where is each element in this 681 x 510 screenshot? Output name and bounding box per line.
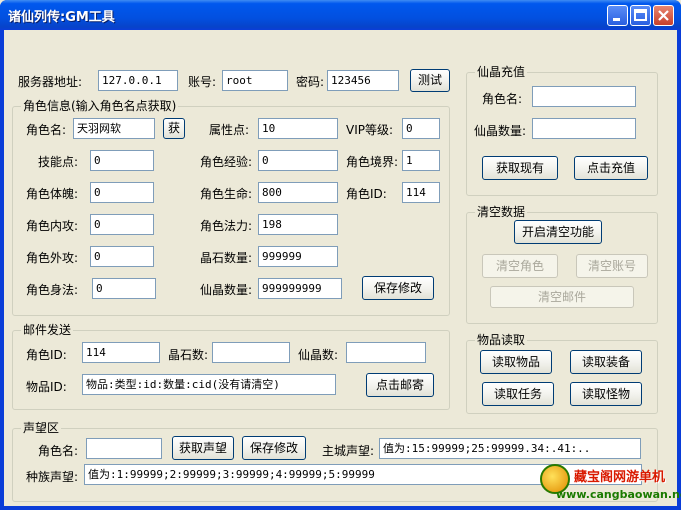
physique-label: 角色体魄:: [26, 187, 79, 201]
item-id-label: 物品ID:: [26, 380, 67, 394]
attr-points-label: 属性点:: [209, 123, 250, 137]
crystal-count-input[interactable]: 999999: [258, 246, 338, 267]
recharge-title: 仙晶充值: [475, 65, 528, 79]
minimize-button[interactable]: [607, 5, 628, 26]
mail-role-id-label: 角色ID:: [26, 348, 67, 362]
read-monsters-button[interactable]: 读取怪物: [570, 382, 642, 406]
watermark-url: www.cangbaowan.net: [556, 488, 681, 501]
realm-label: 角色境界:: [346, 155, 399, 169]
vip-input[interactable]: 0: [402, 118, 440, 139]
skill-points-label: 技能点:: [38, 155, 79, 169]
mana-input[interactable]: 198: [258, 214, 338, 235]
app-window: 诸仙列传:GM工具 服务器地址: 127.0.0.1 账号: root 密码: …: [0, 0, 681, 510]
xianjing-count-input[interactable]: 999999999: [258, 278, 342, 299]
city-reputation-label: 主城声望:: [322, 444, 375, 458]
mail-xianjing-label: 仙晶数:: [298, 348, 339, 362]
maximize-icon: [634, 9, 647, 21]
item-read-title: 物品读取: [475, 333, 528, 347]
fetch-role-button[interactable]: 获: [163, 118, 185, 139]
client-area: 服务器地址: 127.0.0.1 账号: root 密码: 123456 测试 …: [4, 30, 677, 506]
mail-role-id-input[interactable]: 114: [82, 342, 160, 363]
vip-label: VIP等级:: [346, 123, 394, 137]
xianjing-count-label: 仙晶数量:: [200, 283, 253, 297]
crystal-count-label: 晶石数量:: [200, 251, 253, 265]
body-art-label: 角色身法:: [26, 283, 79, 297]
outer-attack-input[interactable]: 0: [90, 246, 154, 267]
mail-title: 邮件发送: [21, 323, 74, 337]
read-equipment-button[interactable]: 读取装备: [570, 350, 642, 374]
hp-label: 角色生命:: [200, 187, 253, 201]
skill-points-input[interactable]: 0: [90, 150, 154, 171]
clear-mail-button[interactable]: 清空邮件: [490, 286, 634, 308]
role-id-input[interactable]: 114: [402, 182, 440, 203]
get-current-button[interactable]: 获取现有: [482, 156, 558, 180]
recharge-button[interactable]: 点击充值: [574, 156, 648, 180]
clear-account-button[interactable]: 清空账号: [576, 254, 648, 278]
exp-label: 角色经验:: [200, 155, 253, 169]
inner-attack-input[interactable]: 0: [90, 214, 154, 235]
read-items-button[interactable]: 读取物品: [480, 350, 552, 374]
minimize-icon: [613, 18, 620, 21]
close-icon: [658, 10, 669, 21]
reputation-role-name-input[interactable]: [86, 438, 162, 459]
city-reputation-input[interactable]: 值为:15:99999;25:99999.34:.41:..: [379, 438, 641, 459]
test-button[interactable]: 测试: [410, 69, 450, 92]
recharge-amount-input[interactable]: [532, 118, 636, 139]
password-label: 密码:: [296, 75, 325, 89]
realm-input[interactable]: 1: [402, 150, 440, 171]
attr-points-input[interactable]: 10: [258, 118, 338, 139]
role-name-label: 角色名:: [26, 123, 67, 137]
reputation-title: 声望区: [21, 421, 62, 435]
outer-attack-label: 角色外攻:: [26, 251, 79, 265]
mail-xianjing-input[interactable]: [346, 342, 426, 363]
maximize-button[interactable]: [630, 5, 651, 26]
race-reputation-label: 种族声望:: [26, 470, 79, 484]
account-input[interactable]: root: [222, 70, 288, 91]
recharge-role-name-input[interactable]: [532, 86, 636, 107]
save-role-button[interactable]: 保存修改: [362, 276, 434, 300]
read-tasks-button[interactable]: 读取任务: [482, 382, 554, 406]
get-reputation-button[interactable]: 获取声望: [172, 436, 234, 460]
watermark-name: 藏宝阁网游单机: [574, 470, 666, 485]
password-input[interactable]: 123456: [327, 70, 399, 91]
body-art-input[interactable]: 0: [92, 278, 156, 299]
reputation-role-name-label: 角色名:: [38, 444, 79, 458]
server-address-label: 服务器地址:: [18, 75, 83, 89]
mail-crystal-input[interactable]: [212, 342, 290, 363]
mail-crystal-label: 晶石数:: [168, 348, 209, 362]
enable-clear-button[interactable]: 开启清空功能: [514, 220, 602, 244]
role-name-input[interactable]: 天羽网软: [73, 118, 155, 139]
account-label: 账号:: [188, 75, 217, 89]
mana-label: 角色法力:: [200, 219, 253, 233]
watermark: 藏宝阁网游单机 www.cangbaowan.net: [540, 464, 681, 506]
physique-input[interactable]: 0: [90, 182, 154, 203]
save-reputation-button[interactable]: 保存修改: [242, 436, 306, 460]
close-button[interactable]: [653, 5, 674, 26]
item-id-input[interactable]: 物品:类型:id:数量:cid(没有请清空): [82, 374, 336, 395]
hp-input[interactable]: 800: [258, 182, 338, 203]
recharge-role-name-label: 角色名:: [482, 92, 523, 106]
exp-input[interactable]: 0: [258, 150, 338, 171]
role-id-label: 角色ID:: [346, 187, 387, 201]
server-address-input[interactable]: 127.0.0.1: [98, 70, 178, 91]
clear-data-title: 清空数据: [475, 205, 528, 219]
role-info-title: 角色信息(输入角色名点获取): [21, 99, 179, 113]
recharge-amount-label: 仙晶数量:: [474, 124, 527, 138]
send-mail-button[interactable]: 点击邮寄: [366, 373, 434, 397]
window-title: 诸仙列传:GM工具: [8, 10, 115, 25]
clear-role-button[interactable]: 清空角色: [482, 254, 558, 278]
inner-attack-label: 角色内攻:: [26, 219, 79, 233]
title-bar[interactable]: 诸仙列传:GM工具: [0, 0, 681, 30]
